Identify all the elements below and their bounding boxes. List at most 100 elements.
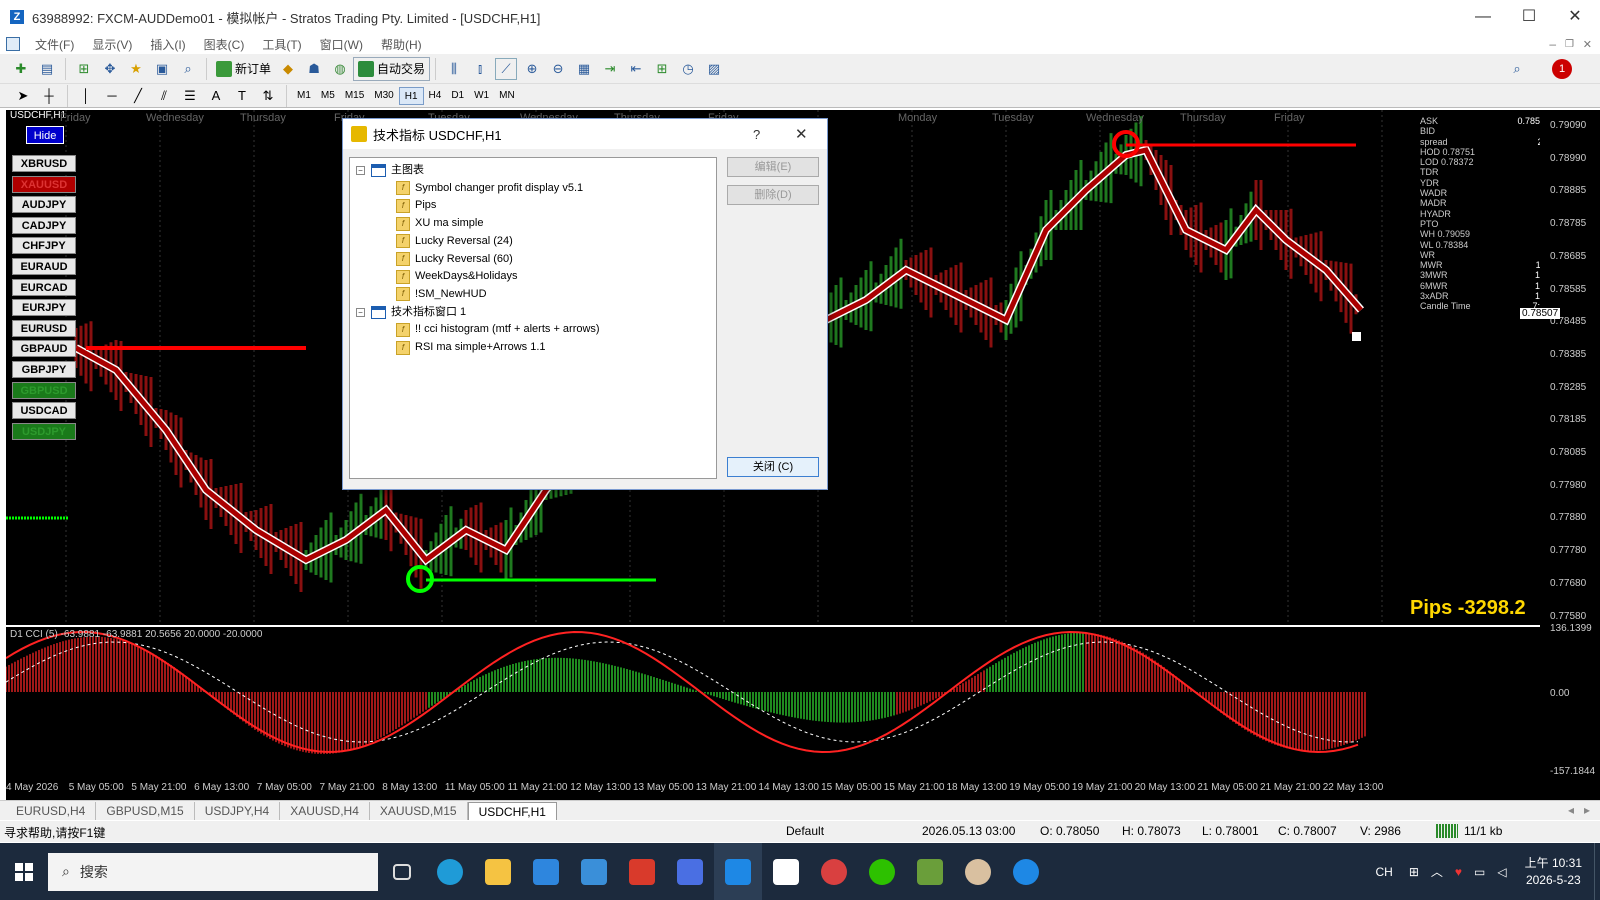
text-icon[interactable]: A <box>205 85 227 107</box>
tester-icon[interactable]: ⌕ <box>177 58 199 80</box>
app-icon-blue[interactable] <box>666 843 714 900</box>
chart-tab[interactable]: GBPUSD,M15 <box>96 802 195 820</box>
tradingview-icon[interactable] <box>762 843 810 900</box>
tree-indicator-item[interactable]: f !SM_NewHUD <box>396 286 487 303</box>
menu-help[interactable]: 帮助(H) <box>372 36 431 53</box>
tf-h1[interactable]: H1 <box>398 86 424 105</box>
edit-button[interactable]: 编辑(E) <box>727 157 819 177</box>
channel-icon[interactable]: ⫽ <box>153 85 175 107</box>
tf-mn[interactable]: MN <box>494 87 520 105</box>
menu-window[interactable]: 窗口(W) <box>311 36 372 53</box>
symbol-button-usdcad[interactable]: USDCAD <box>12 402 76 420</box>
wechat-icon[interactable] <box>858 843 906 900</box>
tf-h4[interactable]: H4 <box>424 87 447 105</box>
app-icon-green[interactable] <box>906 843 954 900</box>
cursor-icon[interactable]: ➤ <box>12 85 34 107</box>
metatrader-icon[interactable] <box>714 843 762 900</box>
mail-icon[interactable] <box>570 843 618 900</box>
terminal-icon[interactable]: ▣ <box>151 58 173 80</box>
menu-file[interactable]: 文件(F) <box>26 36 83 53</box>
symbol-button-eurusd[interactable]: EURUSD <box>12 319 76 337</box>
child-minimize-icon[interactable]: ‒ <box>1549 37 1556 51</box>
tree-collapse-icon[interactable]: − <box>356 307 365 317</box>
minimize-button[interactable]: — <box>1460 0 1506 34</box>
bar-chart-icon[interactable]: ⫼ <box>443 58 465 80</box>
tab-scroll-left-icon[interactable]: ◂ <box>1568 803 1574 817</box>
symbol-button-eurcad[interactable]: EURCAD <box>12 278 76 296</box>
delete-button[interactable]: 删除(D) <box>727 185 819 205</box>
tree-indicator-item[interactable]: f Symbol changer profit display v5.1 <box>396 180 583 197</box>
tf-m1[interactable]: M1 <box>292 87 316 105</box>
child-close-icon[interactable]: ✕ <box>1583 38 1592 51</box>
navigator-icon[interactable]: ★ <box>125 58 147 80</box>
horizontal-line-icon[interactable]: ─ <box>101 85 123 107</box>
chart-tab[interactable]: XAUUSD,M15 <box>370 802 468 820</box>
symbol-button-xbrusd[interactable]: XBRUSD <box>12 155 76 172</box>
tree-group-indicator-window[interactable]: − 技术指标窗口 1 <box>356 304 466 321</box>
indicators-icon[interactable]: ⊞ <box>651 58 673 80</box>
wps-icon[interactable] <box>618 843 666 900</box>
symbol-button-usdjpy[interactable]: USDJPY <box>12 422 76 440</box>
close-window-button[interactable]: ✕ <box>1552 0 1598 34</box>
price-axis[interactable]: 0.79090 0.78990 0.78885 0.78785 0.78685 0.785… <box>1520 110 1600 810</box>
symbol-button-cadjpy[interactable]: CADJPY <box>12 216 76 234</box>
chart-tab[interactable]: EURUSD,H4 <box>6 802 97 820</box>
symbol-button-euraud[interactable]: EURAUD <box>12 258 76 275</box>
zoom-in-icon[interactable]: ⊕ <box>521 58 543 80</box>
market-watch-icon[interactable]: ⊞ <box>73 58 95 80</box>
menu-tools[interactable]: 工具(T) <box>253 36 310 53</box>
menu-insert[interactable]: 插入(I) <box>141 36 194 53</box>
tree-collapse-icon[interactable]: − <box>356 166 365 175</box>
app-icon-red[interactable] <box>810 843 858 900</box>
metaeditor-icon[interactable]: ◆ <box>277 58 299 80</box>
symbol-button-gbpusd[interactable]: GBPUSD <box>12 381 76 399</box>
chart-tab[interactable]: USDCHF,H1 <box>467 802 557 820</box>
volume-icon[interactable]: ◁ <box>1497 865 1506 879</box>
autoscroll-icon[interactable]: ⇥ <box>599 58 621 80</box>
crosshair-icon[interactable]: ┼ <box>38 85 60 107</box>
auto-trading-button[interactable]: 自动交易 <box>353 56 431 81</box>
options-icon[interactable]: ◍ <box>329 58 351 80</box>
ime-indicator[interactable]: CH <box>1376 865 1393 879</box>
symbol-button-xauusd[interactable]: XAUUSD <box>12 175 76 193</box>
tf-d1[interactable]: D1 <box>446 87 469 105</box>
tree-indicator-item[interactable]: f Pips <box>396 197 436 214</box>
tf-m15[interactable]: M15 <box>340 87 369 105</box>
signals-icon[interactable]: ☗ <box>303 58 325 80</box>
notification-badge[interactable]: 1 <box>1552 58 1572 79</box>
network-icon[interactable]: ▭ <box>1474 865 1485 879</box>
app-icon-circle[interactable] <box>1002 843 1050 900</box>
templates-icon[interactable]: ▨ <box>703 58 725 80</box>
symbol-button-eurjpy[interactable]: EURJPY <box>12 299 76 317</box>
dialog-close-x[interactable]: ✕ <box>795 125 808 143</box>
hide-button[interactable]: Hide <box>26 126 64 144</box>
zoom-out-icon[interactable]: ⊖ <box>547 58 569 80</box>
edge-icon[interactable] <box>426 843 474 900</box>
document-icon[interactable] <box>6 37 20 51</box>
taskbar-search[interactable]: ⌕ 搜索 <box>48 852 378 891</box>
child-restore-icon[interactable]: ❐ <box>1565 39 1574 50</box>
fibonacci-icon[interactable]: ☰ <box>179 85 201 107</box>
vertical-line-icon[interactable]: │ <box>75 85 97 107</box>
tree-group-main-chart[interactable]: − 主图表 <box>356 162 424 179</box>
symbol-button-chfjpy[interactable]: CHFJPY <box>12 237 76 255</box>
periods-icon[interactable]: ◷ <box>677 58 699 80</box>
menu-view[interactable]: 显示(V) <box>83 36 141 53</box>
tree-indicator-item[interactable]: f Lucky Reversal (60) <box>396 251 513 268</box>
chart-shift-icon[interactable]: ⇤ <box>625 58 647 80</box>
clock[interactable]: 上午 10:31 2026-5-23 <box>1513 855 1594 889</box>
tray-app-icon[interactable]: ♥ <box>1455 865 1462 879</box>
app-icon-avatar[interactable] <box>954 843 1002 900</box>
tree-indicator-item[interactable]: f Lucky Reversal (24) <box>396 233 513 250</box>
chart-tab[interactable]: XAUUSD,H4 <box>280 802 370 820</box>
trendline-icon[interactable]: ╱ <box>127 85 149 107</box>
new-order-button[interactable]: 新订单 <box>212 57 275 81</box>
search-icon[interactable]: ⌕ <box>1506 58 1528 80</box>
tile-windows-icon[interactable]: ▦ <box>573 58 595 80</box>
chart-tab[interactable]: USDJPY,H4 <box>195 802 281 820</box>
dialog-close-button[interactable]: 关闭 (C) <box>727 457 819 477</box>
tf-m5[interactable]: M5 <box>316 87 340 105</box>
tab-scroll-right-icon[interactable]: ▸ <box>1584 803 1590 817</box>
start-button[interactable] <box>0 843 48 900</box>
symbol-button-audjpy[interactable]: AUDJPY <box>12 196 76 214</box>
